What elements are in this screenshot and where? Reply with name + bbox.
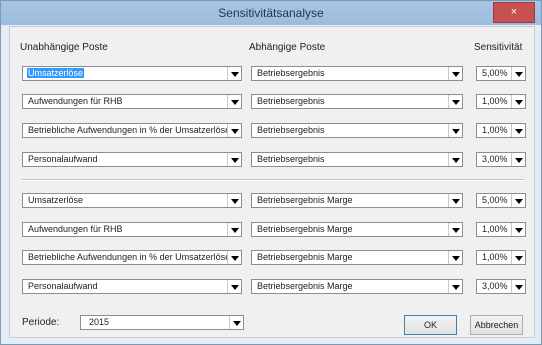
sensitivity-value: 3,00%	[482, 281, 508, 291]
dependent-value: Betriebsergebnis	[257, 154, 325, 164]
dependent-value: Betriebsergebnis	[257, 125, 325, 135]
dropdown-arrow-icon[interactable]	[511, 95, 525, 108]
dependent-select[interactable]: Betriebsergebnis	[251, 152, 463, 167]
sensitivity-select[interactable]: 5,00%	[476, 193, 526, 208]
dependent-select[interactable]: Betriebsergebnis Marge	[251, 279, 463, 294]
dropdown-arrow-icon[interactable]	[448, 124, 462, 137]
dropdown-arrow-icon[interactable]	[511, 67, 525, 80]
dropdown-arrow-icon[interactable]	[511, 223, 525, 236]
dependent-value: Betriebsergebnis Marge	[257, 195, 353, 205]
dialog-window: Sensitivitätsanalyse × Unabhängige Poste…	[0, 0, 542, 345]
dropdown-arrow-icon[interactable]	[227, 251, 241, 264]
dropdown-arrow-icon[interactable]	[448, 223, 462, 236]
cancel-button[interactable]: Abbrechen	[470, 315, 523, 335]
ok-button[interactable]: OK	[404, 315, 457, 335]
independent-select[interactable]: Aufwendungen für RHB	[22, 94, 242, 109]
window-title: Sensitivitätsanalyse	[218, 6, 324, 20]
sensitivity-select[interactable]: 3,00%	[476, 279, 526, 294]
independent-value: Betriebliche Aufwendungen in % der Umsat…	[28, 252, 231, 262]
sensitivity-value: 3,00%	[482, 154, 508, 164]
sensitivity-select[interactable]: 1,00%	[476, 250, 526, 265]
dialog-content: Unabhängige Poste Abhängige Poste Sensit…	[9, 26, 535, 338]
independent-select[interactable]: Personalaufwand	[22, 152, 242, 167]
sensitivity-select[interactable]: 1,00%	[476, 123, 526, 138]
dropdown-arrow-icon[interactable]	[229, 316, 243, 329]
dependent-select[interactable]: Betriebsergebnis	[251, 123, 463, 138]
header-independent: Unabhängige Poste	[20, 42, 108, 53]
dependent-value: Betriebsergebnis Marge	[257, 281, 353, 291]
group-separator	[22, 179, 524, 181]
dropdown-arrow-icon[interactable]	[448, 251, 462, 264]
period-value: 2015	[89, 317, 110, 327]
dropdown-arrow-icon[interactable]	[448, 153, 462, 166]
dependent-value: Betriebsergebnis	[257, 68, 325, 78]
sensitivity-value: 5,00%	[482, 68, 508, 78]
independent-value: Betriebliche Aufwendungen in % der Umsat…	[28, 125, 231, 135]
independent-value: Aufwendungen für RHB	[28, 224, 123, 234]
dropdown-arrow-icon[interactable]	[511, 153, 525, 166]
independent-select[interactable]: Aufwendungen für RHB	[22, 222, 242, 237]
title-bar[interactable]: Sensitivitätsanalyse ×	[1, 1, 541, 25]
independent-value: Aufwendungen für RHB	[28, 96, 123, 106]
dropdown-arrow-icon[interactable]	[511, 251, 525, 264]
dropdown-arrow-icon[interactable]	[227, 95, 241, 108]
dependent-value: Betriebsergebnis Marge	[257, 252, 353, 262]
independent-value: Umsatzerlöse	[28, 195, 84, 205]
dependent-select[interactable]: Betriebsergebnis Marge	[251, 222, 463, 237]
dependent-select[interactable]: Betriebsergebnis	[251, 94, 463, 109]
header-sensitivity: Sensitivität	[474, 42, 523, 53]
period-label: Periode:	[22, 317, 60, 328]
independent-value: Personalaufwand	[28, 281, 98, 291]
dropdown-arrow-icon[interactable]	[227, 223, 241, 236]
sensitivity-value: 5,00%	[482, 195, 508, 205]
sensitivity-select[interactable]: 1,00%	[476, 222, 526, 237]
dependent-value: Betriebsergebnis	[257, 96, 325, 106]
independent-select[interactable]: Umsatzerlöse	[22, 66, 242, 81]
independent-select[interactable]: Betriebliche Aufwendungen in % der Umsat…	[22, 250, 242, 265]
sensitivity-select[interactable]: 3,00%	[476, 152, 526, 167]
dropdown-arrow-icon[interactable]	[227, 194, 241, 207]
independent-select[interactable]: Umsatzerlöse	[22, 193, 242, 208]
independent-value: Personalaufwand	[28, 154, 98, 164]
close-button[interactable]: ×	[493, 2, 535, 23]
header-dependent: Abhängige Poste	[249, 42, 326, 53]
independent-select[interactable]: Betriebliche Aufwendungen in % der Umsat…	[22, 123, 242, 138]
dependent-select[interactable]: Betriebsergebnis Marge	[251, 193, 463, 208]
independent-value: Umsatzerlöse	[27, 68, 85, 78]
dropdown-arrow-icon[interactable]	[227, 153, 241, 166]
dropdown-arrow-icon[interactable]	[511, 124, 525, 137]
dependent-select[interactable]: Betriebsergebnis Marge	[251, 250, 463, 265]
sensitivity-value: 1,00%	[482, 96, 508, 106]
sensitivity-select[interactable]: 5,00%	[476, 66, 526, 81]
sensitivity-select[interactable]: 1,00%	[476, 94, 526, 109]
dropdown-arrow-icon[interactable]	[227, 280, 241, 293]
dropdown-arrow-icon[interactable]	[448, 194, 462, 207]
dependent-value: Betriebsergebnis Marge	[257, 224, 353, 234]
dropdown-arrow-icon[interactable]	[227, 67, 241, 80]
dropdown-arrow-icon[interactable]	[511, 280, 525, 293]
dropdown-arrow-icon[interactable]	[227, 124, 241, 137]
period-select[interactable]: 2015	[80, 315, 244, 330]
dropdown-arrow-icon[interactable]	[448, 95, 462, 108]
sensitivity-value: 1,00%	[482, 125, 508, 135]
sensitivity-value: 1,00%	[482, 224, 508, 234]
dropdown-arrow-icon[interactable]	[448, 67, 462, 80]
dependent-select[interactable]: Betriebsergebnis	[251, 66, 463, 81]
sensitivity-value: 1,00%	[482, 252, 508, 262]
independent-select[interactable]: Personalaufwand	[22, 279, 242, 294]
dropdown-arrow-icon[interactable]	[511, 194, 525, 207]
dropdown-arrow-icon[interactable]	[448, 280, 462, 293]
